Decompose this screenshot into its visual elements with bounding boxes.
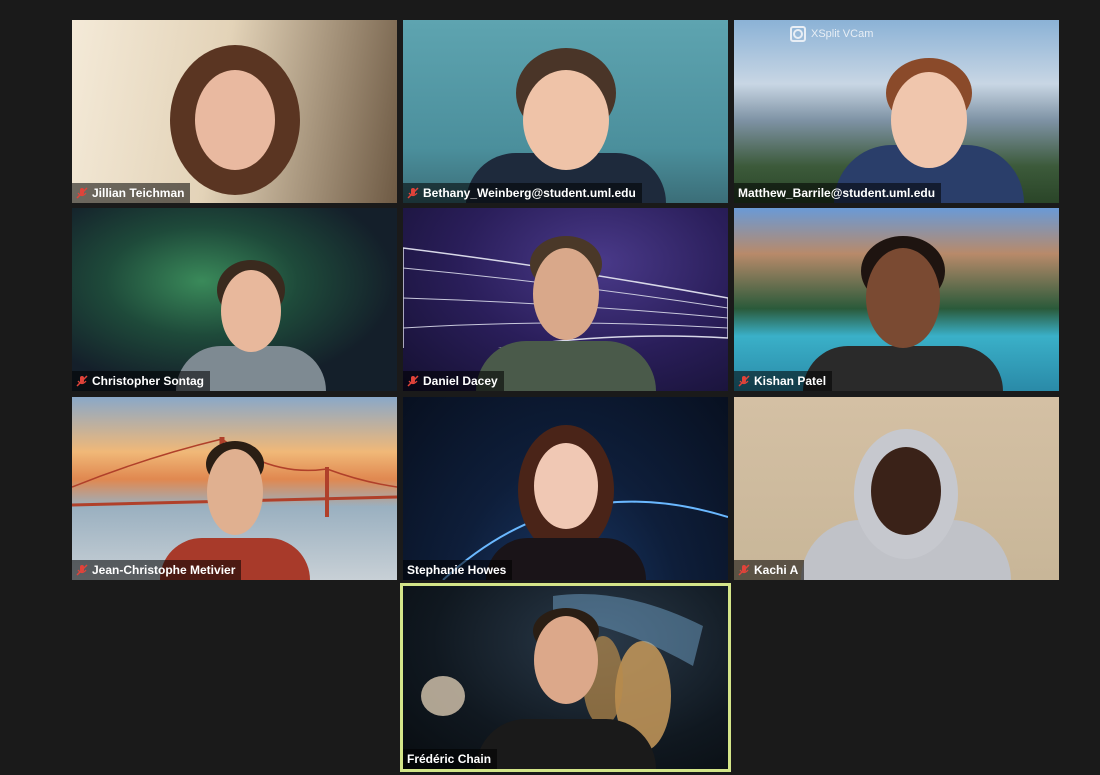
participant-face [532,248,599,340]
video-tile-kishan[interactable]: Kishan Patel [734,208,1059,391]
xsplit-logo-icon [790,26,806,42]
participant-face [206,449,263,535]
video-tile-jillian[interactable]: Jillian Teichman [72,20,397,203]
participant-name-tag: Jean-Christophe Metivier [72,560,242,580]
participant-body [475,719,656,769]
participant-name-tag: Daniel Dacey [403,371,504,391]
participant-name: Jillian Teichman [92,186,185,200]
muted-mic-icon [407,375,419,387]
participant-face [891,72,967,168]
vcam-badge: XSplit VCam [790,26,873,42]
participant-face [866,248,940,348]
vcam-label: XSplit VCam [811,28,874,40]
participant-name-tag: Christopher Sontag [72,371,211,391]
participant-face [194,70,275,170]
video-tile-frederic[interactable]: Frédéric Chain [400,583,731,772]
video-tile-christopher[interactable]: Christopher Sontag [72,208,397,391]
participant-name-tag: Frédéric Chain [403,749,498,769]
muted-mic-icon [76,564,88,576]
participant-name-tag: Matthew_Barrile@student.uml.edu [734,183,942,203]
participant-name: Kishan Patel [754,374,827,388]
muted-mic-icon [738,564,750,576]
participant-name-tag: Jillian Teichman [72,183,191,203]
muted-mic-icon [738,375,750,387]
participant-name: Bethany_Weinberg@student.uml.edu [423,186,636,200]
participant-name-tag: Bethany_Weinberg@student.uml.edu [403,183,642,203]
muted-mic-icon [407,187,419,199]
muted-mic-icon [76,375,88,387]
video-tile-daniel[interactable]: Daniel Dacey [403,208,728,391]
participant-name: Matthew_Barrile@student.uml.edu [738,186,936,200]
muted-mic-icon [76,187,88,199]
participant-name-tag: Kachi A [734,560,805,580]
participant-name: Kachi A [754,563,799,577]
participant-face [871,447,942,535]
participant-name: Christopher Sontag [92,374,205,388]
participant-name: Daniel Dacey [423,374,498,388]
participant-name: Stephanie Howes [407,563,507,577]
video-tile-stephanie[interactable]: Stephanie Howes [403,397,728,580]
participant-face [220,270,281,352]
participant-body [803,346,1003,391]
video-tile-jean-christophe[interactable]: Jean-Christophe Metivier [72,397,397,580]
participant-name-tag: Stephanie Howes [403,560,513,580]
video-tile-matthew[interactable]: XSplit VCam Matthew_Barrile@student.uml.… [734,20,1059,203]
video-tile-bethany[interactable]: Bethany_Weinberg@student.uml.edu [403,20,728,203]
participant-face [533,616,598,704]
participant-face [533,443,598,529]
participant-name-tag: Kishan Patel [734,371,833,391]
participant-name: Jean-Christophe Metivier [92,563,236,577]
participant-face [522,70,609,170]
video-tile-kachi[interactable]: Kachi A [734,397,1059,580]
participant-name: Frédéric Chain [407,752,492,766]
